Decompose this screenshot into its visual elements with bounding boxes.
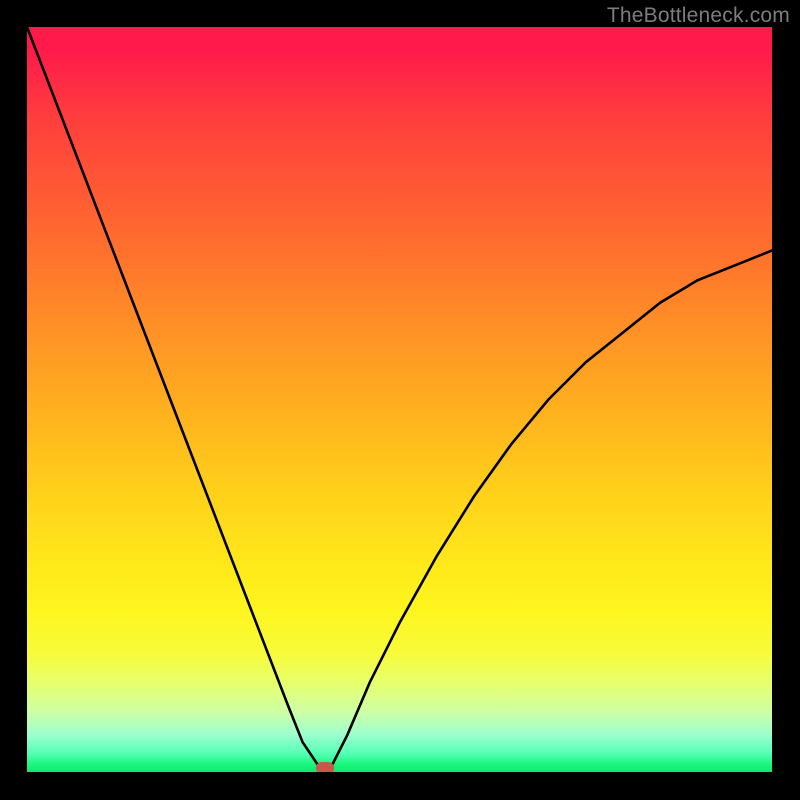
- chart-plot-area: [27, 27, 772, 772]
- watermark-text: TheBottleneck.com: [607, 4, 790, 28]
- chart-stage: TheBottleneck.com: [0, 0, 800, 800]
- chart-curve: [27, 27, 772, 772]
- bottleneck-curve-path: [27, 27, 772, 772]
- chart-marker: [316, 762, 334, 772]
